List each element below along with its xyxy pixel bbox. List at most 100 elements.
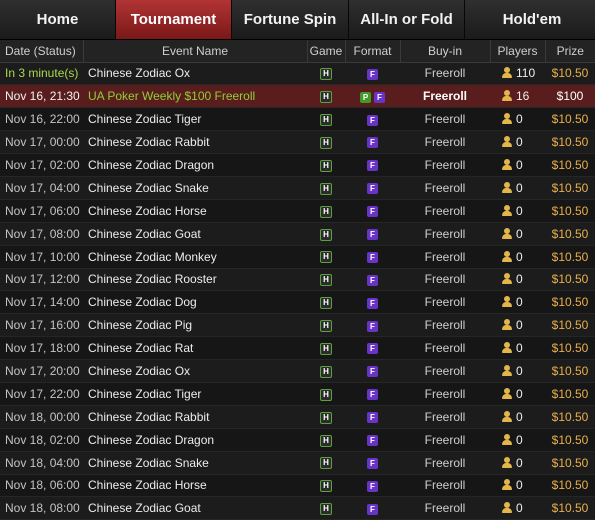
tournament-name[interactable]: Chinese Zodiac Tiger [83, 382, 307, 405]
tournament-buyin: Freeroll [424, 318, 466, 333]
table-row[interactable]: Nov 16, 22:00 Chinese Zodiac Tiger H F Freer… [0, 107, 595, 131]
game-cell: H [307, 176, 345, 199]
tournament-buyin: Freeroll [424, 478, 466, 493]
tournament-name[interactable]: Chinese Zodiac Rooster [83, 268, 307, 291]
table-row[interactable]: Nov 17, 12:00 Chinese Zodiac Rooster H F Fre… [0, 268, 595, 291]
tournament-name[interactable]: Chinese Zodiac Dragon [83, 154, 307, 177]
tournament-name[interactable]: Chinese Zodiac Snake [83, 176, 307, 199]
tournament-name[interactable]: Chinese Zodiac Ox [83, 62, 307, 85]
format-cell: F [345, 337, 400, 360]
user-icon [502, 113, 512, 125]
holdem-badge-icon: H [320, 274, 332, 287]
freeroll-format-icon: F [367, 137, 378, 149]
game-cell: H [307, 199, 345, 222]
game-cell: H [307, 245, 345, 268]
tournament-name[interactable]: Chinese Zodiac Goat [83, 222, 307, 245]
column-header-event[interactable]: Event Name [83, 40, 308, 63]
tab-home[interactable]: Home [0, 0, 116, 39]
game-cell: H [307, 360, 345, 383]
table-row[interactable]: Nov 17, 02:00 Chinese Zodiac Dragon H F Free… [0, 153, 595, 177]
tab-fortune-spin[interactable]: Fortune Spin [232, 0, 349, 39]
tab-tournament[interactable]: Tournament [116, 0, 232, 39]
format-cell: F [345, 131, 400, 154]
column-header-game[interactable]: Game [307, 40, 346, 63]
player-count: 0 [516, 501, 523, 516]
players-cell: 0 [490, 222, 545, 245]
tournament-prize: $10.50 [551, 295, 589, 310]
freeroll-format-icon: F [367, 160, 378, 172]
table-row[interactable]: Nov 18, 00:00 Chinese Zodiac Rabbit H F Free… [0, 405, 595, 429]
column-header-buyin[interactable]: Buy-in [400, 40, 491, 63]
table-row[interactable]: In 3 minute(s) Chinese Zodiac Ox H F Freerol… [0, 62, 595, 85]
player-count: 0 [516, 364, 523, 379]
player-count: 0 [516, 409, 523, 424]
tab-all-in-or-fold[interactable]: All-In or Fold [349, 0, 465, 39]
players-cell: 0 [490, 337, 545, 360]
column-header-prize[interactable]: Prize [545, 40, 595, 63]
column-header-players[interactable]: Players [490, 40, 546, 63]
table-row[interactable]: Nov 18, 06:00 Chinese Zodiac Horse H F Freer… [0, 474, 595, 497]
table-row[interactable]: Nov 17, 00:00 Chinese Zodiac Rabbit H F Free… [0, 130, 595, 154]
tournament-prize: $10.50 [551, 341, 589, 356]
tournament-name[interactable]: Chinese Zodiac Rat [83, 337, 307, 360]
tournament-prize: $10.50 [551, 272, 589, 287]
table-row[interactable]: Nov 17, 18:00 Chinese Zodiac Rat H F Freerol… [0, 336, 595, 360]
tournament-name[interactable]: Chinese Zodiac Goat [83, 497, 307, 520]
progressive-format-icon: P [360, 91, 371, 103]
tournament-prize: $10.50 [551, 135, 589, 150]
table-row[interactable]: Nov 17, 22:00 Chinese Zodiac Tiger H F Freer… [0, 382, 595, 406]
table-row[interactable]: Nov 18, 02:00 Chinese Zodiac Dragon H F Free… [0, 428, 595, 452]
players-cell: 0 [490, 108, 545, 131]
tournament-name[interactable]: Chinese Zodiac Pig [83, 314, 307, 337]
user-icon [502, 387, 512, 399]
format-cell: F [345, 268, 400, 291]
table-row[interactable]: Nov 17, 04:00 Chinese Zodiac Snake H F Freer… [0, 176, 595, 200]
player-count: 0 [516, 158, 523, 172]
tournament-prize: $10.50 [551, 501, 589, 516]
tournament-name[interactable]: Chinese Zodiac Monkey [83, 245, 307, 268]
tab-holdem[interactable]: Hold'em [465, 0, 595, 39]
column-header-format[interactable]: Format [345, 40, 401, 63]
table-row[interactable]: Nov 17, 14:00 Chinese Zodiac Dog H F Freerol… [0, 290, 595, 314]
tournament-name[interactable]: Chinese Zodiac Snake [83, 451, 307, 474]
players-cell: 0 [490, 154, 545, 177]
tournament-date: Nov 17, 08:00 [5, 226, 80, 241]
tournament-name[interactable]: Chinese Zodiac Horse [83, 474, 307, 497]
tournament-list: In 3 minute(s) Chinese Zodiac Ox H F Freerol… [0, 62, 595, 520]
game-cell: H [307, 154, 345, 177]
user-icon [502, 342, 512, 354]
tournament-date: Nov 17, 04:00 [5, 180, 80, 195]
holdem-badge-icon: H [320, 68, 332, 81]
user-icon [502, 433, 512, 445]
tournament-name[interactable]: Chinese Zodiac Dog [83, 291, 307, 314]
table-row[interactable]: Nov 17, 20:00 Chinese Zodiac Ox H F Freeroll… [0, 359, 595, 383]
column-header-date[interactable]: Date (Status) [0, 40, 84, 63]
tournament-name[interactable]: Chinese Zodiac Rabbit [83, 405, 307, 428]
holdem-badge-icon: H [320, 503, 332, 516]
tournament-name[interactable]: UA Poker Weekly $100 Freeroll [83, 85, 307, 108]
game-cell: H [307, 108, 345, 131]
table-row[interactable]: Nov 16, 21:30 UA Poker Weekly $100 Freero… [0, 84, 595, 108]
table-row[interactable]: Nov 18, 08:00 Chinese Zodiac Goat H F Freero… [0, 496, 595, 520]
table-row[interactable]: Nov 18, 04:00 Chinese Zodiac Snake H F Freer… [0, 451, 595, 475]
tournament-date: Nov 16, 22:00 [5, 112, 80, 127]
format-cell: F [345, 222, 400, 245]
player-count: 0 [516, 272, 523, 287]
format-cell: F [345, 382, 400, 405]
tournament-buyin: Freeroll [424, 226, 466, 241]
tournament-date: Nov 17, 18:00 [5, 341, 80, 356]
freeroll-format-icon: F [367, 274, 378, 286]
table-row[interactable]: Nov 17, 06:00 Chinese Zodiac Horse H F Freer… [0, 199, 595, 223]
tournament-name[interactable]: Chinese Zodiac Horse [83, 199, 307, 222]
table-row[interactable]: Nov 17, 08:00 Chinese Zodiac Goat H F Freero… [0, 222, 595, 246]
tournament-name[interactable]: Chinese Zodiac Ox [83, 360, 307, 383]
freeroll-format-icon: F [367, 480, 378, 492]
table-row[interactable]: Nov 17, 16:00 Chinese Zodiac Pig H F Freerol… [0, 313, 595, 337]
table-row[interactable]: Nov 17, 10:00 Chinese Zodiac Monkey H F Free… [0, 245, 595, 269]
players-cell: 0 [490, 245, 545, 268]
freeroll-format-icon: F [367, 457, 378, 469]
tournament-name[interactable]: Chinese Zodiac Tiger [83, 108, 307, 131]
game-cell: H [307, 291, 345, 314]
tournament-name[interactable]: Chinese Zodiac Rabbit [83, 131, 307, 154]
tournament-name[interactable]: Chinese Zodiac Dragon [83, 428, 307, 451]
